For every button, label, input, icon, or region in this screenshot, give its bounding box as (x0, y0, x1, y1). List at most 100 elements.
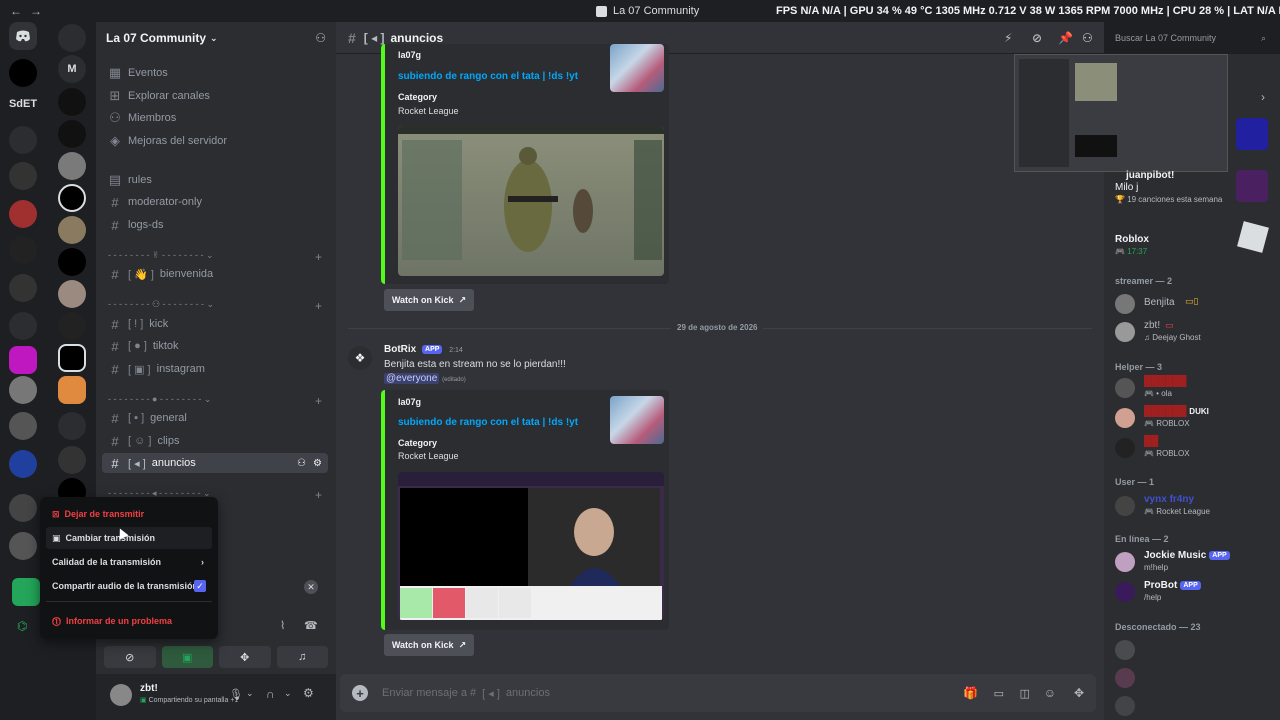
stop-streaming-item[interactable]: ⊠ Dejar de transmitir (46, 503, 212, 525)
member-item[interactable]: ██████ 🎮 • ola (1115, 376, 1275, 400)
member-item[interactable]: zbt! ▭ ♫ Deejay Ghost (1115, 320, 1275, 344)
message-input[interactable]: + Enviar mensaje a # [ ◂ ] anuncios 🎁 ▭ … (340, 674, 1096, 712)
member-item[interactable]: Benjita ▭▯ (1115, 292, 1275, 316)
embed-thumbnail[interactable] (610, 396, 664, 444)
gear-icon[interactable]: ⚙ (313, 458, 322, 469)
sticker-icon[interactable]: ◫ (1020, 687, 1030, 700)
channel-tiktok[interactable]: #[ ● ] tiktok (102, 336, 328, 356)
embed-author[interactable]: la07g (398, 50, 421, 60)
category-divider[interactable]: - - - - - - - - ● - - - - - - - - ⌄ + (108, 394, 322, 408)
screen-share-preview[interactable] (1014, 54, 1228, 172)
server-icon[interactable] (58, 152, 86, 180)
server-icon-sdet[interactable]: SdET (6, 90, 40, 118)
server-folder-icon[interactable] (58, 24, 86, 52)
avatar[interactable] (110, 684, 132, 706)
disconnect-icon[interactable]: ☎ (304, 619, 318, 632)
checkbox-checked-icon[interactable]: ✓ (194, 580, 206, 592)
sidebar-item-eventos[interactable]: ▦ Eventos (102, 63, 328, 83)
server-icon[interactable] (9, 236, 37, 264)
watch-on-kick-button-2[interactable]: Watch on Kick ↗ (384, 634, 474, 656)
add-channel-icon[interactable]: + (315, 299, 322, 313)
server-icon[interactable] (58, 248, 86, 276)
message-author[interactable]: BotRix (384, 344, 416, 355)
nav-arrows[interactable]: ←→ (10, 4, 50, 18)
headphones-icon[interactable]: ∩ (266, 687, 275, 701)
apps-icon[interactable]: ✥ (1074, 686, 1084, 700)
add-channel-icon[interactable]: + (315, 394, 322, 408)
pin-icon[interactable]: 📌 (1058, 31, 1073, 45)
embed-author[interactable]: la07g (398, 397, 421, 407)
back-arrow-icon[interactable]: ← (10, 4, 30, 18)
channel-kick[interactable]: #[ ! ] kick (102, 314, 328, 334)
channel-instagram[interactable]: #[ ▣ ] instagram (102, 359, 328, 379)
microphone-icon[interactable]: 🎙 (229, 688, 243, 701)
embed-title[interactable]: subiendo de rango con el tata | !ds !yt (398, 417, 578, 428)
stream-preview-image[interactable] (398, 126, 664, 276)
share-audio-item[interactable]: Compartir audio de la transmisión ✓ (46, 575, 212, 597)
channel-bienvenida[interactable]: #[ 👋 ] bienvenida (102, 264, 328, 284)
member-list-icon[interactable]: ⚇ (1082, 31, 1093, 45)
channel-clips[interactable]: #[ ☺ ] clips (102, 431, 328, 451)
stream-quality-item[interactable]: Calidad de la transmisión › (46, 551, 212, 573)
la07-server-icon[interactable] (58, 344, 86, 372)
discord-home-icon[interactable] (9, 22, 37, 50)
member-item[interactable]: Jockie Music APP m!help (1115, 550, 1275, 574)
screen-share-icon[interactable]: ▣ (161, 646, 213, 668)
server-icon[interactable] (9, 450, 37, 478)
server-folder-icon[interactable] (9, 126, 37, 154)
server-folder-icon[interactable] (9, 312, 37, 340)
server-icon[interactable] (9, 274, 37, 302)
member-item[interactable]: vynx fr4ny 🎮 Rocket League (1115, 494, 1275, 518)
server-icon[interactable] (9, 412, 37, 440)
add-channel-icon[interactable]: + (315, 488, 322, 502)
emoji-icon[interactable]: ☺ (1044, 686, 1056, 700)
channel-anuncios[interactable]: #[ ◂ ] anuncios ⚇ ⚙ (102, 453, 328, 473)
member-item[interactable]: ██ 🎮 ROBLOX (1115, 436, 1275, 460)
report-problem-item[interactable]: ⓵ Informar de un problema (46, 610, 212, 632)
server-header[interactable]: La 07 Community ⌄ ⚇ (96, 22, 336, 54)
member-item[interactable]: ██████ DUKI 🎮 ROBLOX (1115, 406, 1275, 430)
camera-off-icon[interactable]: ⊘ (104, 646, 156, 668)
chevron-down-icon[interactable]: ⌄ (246, 688, 254, 699)
member-item[interactable] (1115, 694, 1275, 718)
channel-general[interactable]: #[ ▪ ] general (102, 408, 328, 428)
botrix-avatar-icon[interactable]: ❖ (348, 346, 372, 370)
forward-arrow-icon[interactable]: → (30, 4, 50, 18)
server-icon[interactable] (58, 280, 86, 308)
embed-thumbnail[interactable] (610, 44, 664, 92)
server-icon-m[interactable]: M (58, 55, 86, 83)
server-icon[interactable] (9, 162, 37, 190)
change-stream-item[interactable]: ▣ Cambiar transmisión (46, 527, 212, 549)
channel-logs-ds[interactable]: # logs-ds (102, 215, 328, 235)
server-icon[interactable] (12, 578, 40, 606)
invite-icon[interactable]: ⚇ (297, 458, 306, 469)
server-icon[interactable] (9, 494, 37, 522)
add-channel-icon[interactable]: + (315, 250, 322, 264)
category-divider[interactable]: - - - - - - - - ⚇ - - - - - - - - ⌄ + (108, 299, 322, 313)
server-icon[interactable] (9, 532, 37, 560)
sidebar-item-explorar[interactable]: ⊞ Explorar canales (102, 86, 328, 106)
member-item[interactable]: ProBot APP/help (1115, 580, 1275, 604)
close-icon[interactable]: ✕ (304, 580, 318, 594)
add-attachment-icon[interactable]: + (352, 685, 368, 701)
gif-icon[interactable]: ▭ (994, 687, 1004, 700)
server-icon[interactable] (9, 346, 37, 374)
sidebar-item-miembros[interactable]: ⚇ Miembros (102, 108, 328, 128)
channel-rules[interactable]: ▤ rules (102, 170, 328, 190)
embed-title[interactable]: subiendo de rango con el tata | !ds !yt (398, 71, 578, 82)
sidebar-item-mejoras[interactable]: ◈ Mejoras del servidor (102, 131, 328, 151)
everyone-mention[interactable]: @everyone (384, 373, 440, 384)
noise-suppression-icon[interactable]: ⌇ (280, 619, 285, 632)
server-icon[interactable] (9, 200, 37, 228)
server-icon[interactable] (9, 376, 37, 404)
watch-on-kick-button-1[interactable]: Watch on Kick ↗ (384, 289, 474, 311)
server-icon[interactable] (58, 184, 86, 212)
soundboard-icon[interactable]: ♫ (276, 646, 328, 668)
server-folder-icon[interactable] (58, 412, 86, 440)
server-icon[interactable] (58, 216, 86, 244)
member-item[interactable] (1115, 638, 1275, 662)
server-icon[interactable] (58, 446, 86, 474)
category-divider[interactable]: - - - - - - - - ✌ - - - - - - - - ⌄ + (108, 250, 322, 264)
gear-icon[interactable]: ⚙ (303, 686, 314, 700)
stream-preview-image[interactable] (398, 472, 664, 620)
